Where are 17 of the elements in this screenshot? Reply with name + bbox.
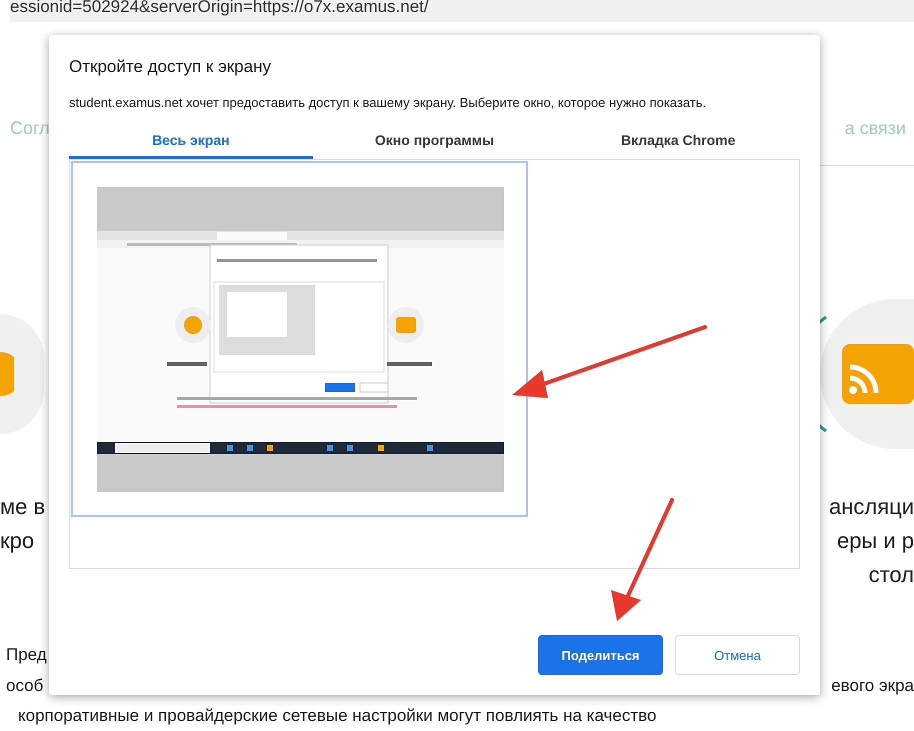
cancel-button[interactable]: Отмена bbox=[675, 635, 800, 675]
paragraph-text: особ bbox=[5, 675, 44, 697]
address-bar[interactable]: essionid=502924&serverOrigin=https://o7x.examus.net/ bbox=[10, 0, 914, 22]
share-button[interactable]: Поделиться bbox=[538, 635, 663, 675]
feature-heading: кро bbox=[0, 527, 34, 555]
paragraph-text: Пред bbox=[5, 644, 47, 666]
screen-option[interactable] bbox=[71, 161, 528, 517]
source-tab[interactable]: Окно программы bbox=[312, 123, 556, 159]
paragraph-text: корпоративные и провайдерские сетевые настройки могут повлиять на качество bbox=[17, 705, 658, 727]
feature-heading: ансляци bbox=[828, 493, 914, 521]
feature-heading: еры и р bbox=[836, 527, 914, 555]
feature-heading: стол bbox=[868, 561, 914, 589]
feature-heading: ме в bbox=[0, 493, 46, 521]
dialog-title: Откройте доступ к экрану bbox=[69, 57, 272, 77]
source-tab[interactable]: Вкладка Chrome bbox=[556, 123, 800, 159]
paragraph-text: евого экра bbox=[831, 675, 914, 697]
dialog-message: student.examus.net хочет предоставить доступ к вашему экрану. Выберите окно, которое нужно показать. bbox=[69, 94, 708, 112]
